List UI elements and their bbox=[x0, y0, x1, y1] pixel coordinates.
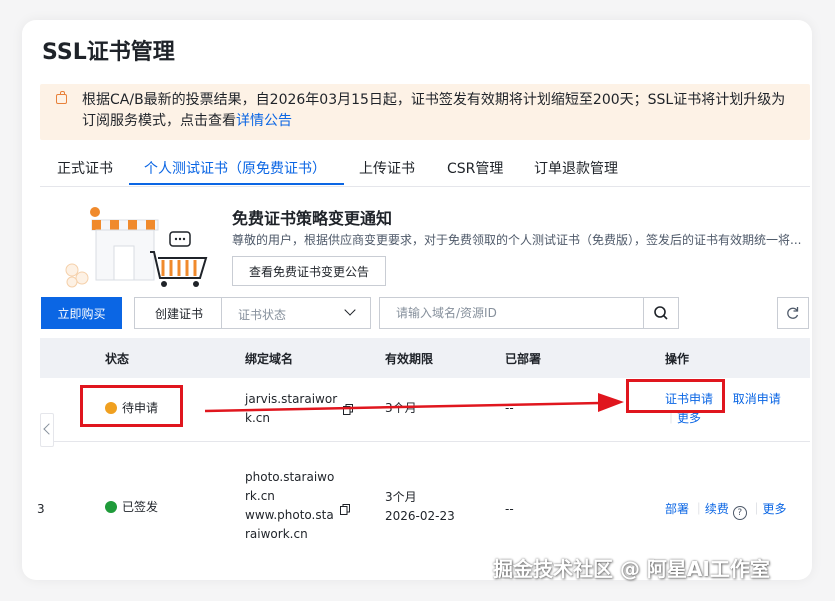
domain-line: k.cn bbox=[245, 411, 270, 425]
search-box bbox=[379, 297, 679, 329]
scroll-left-arrow[interactable] bbox=[40, 413, 54, 447]
divider: ｜ bbox=[750, 502, 763, 516]
domain-line: www.photo.sta bbox=[245, 508, 334, 522]
validity-period: 3个月 bbox=[385, 490, 417, 504]
check-circle-icon bbox=[105, 501, 117, 513]
tab-personal-test-cert[interactable]: 个人测试证书（原免费证书） bbox=[144, 158, 326, 178]
deploy-link[interactable]: 部署 bbox=[665, 502, 689, 516]
highlight-box-status bbox=[80, 385, 183, 427]
notice-details-link[interactable]: 详情公告 bbox=[236, 113, 292, 129]
cert-status-select[interactable]: 证书状态 bbox=[221, 297, 371, 329]
header-deployed: 已部署 bbox=[505, 352, 542, 366]
refresh-button[interactable] bbox=[777, 297, 809, 329]
tab-upload-cert[interactable]: 上传证书 bbox=[359, 158, 415, 178]
header-validity: 有效期限 bbox=[385, 352, 434, 366]
help-icon[interactable]: ? bbox=[732, 506, 747, 520]
search-button[interactable] bbox=[643, 298, 678, 328]
domain-cell: jarvis.staraiwor k.cn bbox=[245, 390, 337, 428]
shop-illustration bbox=[52, 198, 232, 288]
cancel-apply-link[interactable]: 取消申请 bbox=[733, 392, 781, 406]
gift-icon bbox=[56, 91, 67, 104]
notice-banner: 根据CA/B最新的投票结果，自2026年03月15日起，证书签发有效期将计划缩短… bbox=[40, 84, 810, 140]
watermark: 掘金技术社区 @ 阿星AI工作室 bbox=[493, 557, 770, 581]
tab-bar: 正式证书 个人测试证书（原免费证书） 上传证书 CSR管理 订单退款管理 bbox=[40, 152, 810, 187]
validity-cell: 3个月 2026-02-23 bbox=[385, 488, 455, 526]
more-link[interactable]: 更多 bbox=[677, 411, 701, 425]
validity-cell: 3个月 bbox=[385, 401, 417, 415]
header-status: 状态 bbox=[105, 352, 130, 366]
domain-cell: photo.staraiwo rk.cn www.photo.sta raiwo… bbox=[245, 468, 334, 544]
domain-line: rk.cn bbox=[245, 489, 275, 503]
refresh-icon bbox=[787, 307, 799, 319]
deployed-cell: -- bbox=[505, 502, 514, 516]
more-link[interactable]: 更多 bbox=[763, 502, 787, 516]
cert-status-select-value: 证书状态 bbox=[238, 308, 287, 322]
domain-line: raiwork.cn bbox=[245, 527, 308, 541]
copy-icon[interactable] bbox=[343, 404, 353, 415]
table-header: 状态 绑定域名 有效期限 已部署 操作 bbox=[40, 338, 810, 378]
notice-text: 根据CA/B最新的投票结果，自2026年03月15日起，证书签发有效期将计划缩短… bbox=[82, 90, 797, 132]
search-input[interactable] bbox=[380, 298, 645, 328]
copy-icon[interactable] bbox=[340, 504, 350, 515]
tab-csr-management[interactable]: CSR管理 bbox=[447, 158, 503, 178]
expiry-date: 2026-02-23 bbox=[385, 509, 455, 523]
domain-line: photo.staraiwo bbox=[245, 470, 335, 484]
header-domain: 绑定域名 bbox=[245, 352, 294, 366]
status-label: 已签发 bbox=[122, 500, 159, 514]
tab-formal-cert[interactable]: 正式证书 bbox=[57, 158, 113, 178]
tab-order-refund[interactable]: 订单退款管理 bbox=[534, 158, 618, 178]
domain-line: jarvis.staraiwor bbox=[245, 392, 338, 406]
cert-table: 状态 绑定域名 有效期限 已部署 操作 待申请 jarvis.staraiwor… bbox=[37, 338, 810, 580]
id-fragment: 3 bbox=[37, 502, 45, 516]
renew-link[interactable]: 续费 bbox=[705, 502, 729, 516]
create-cert-button[interactable]: 创建证书 bbox=[134, 297, 224, 329]
actions-cell: 部署 ｜续费 ? ｜更多 bbox=[665, 500, 787, 520]
highlight-box-apply bbox=[626, 379, 725, 413]
buy-now-button[interactable]: 立即购买 bbox=[41, 297, 122, 329]
header-actions: 操作 bbox=[665, 352, 690, 366]
status-cell: 已签发 bbox=[105, 498, 158, 517]
view-free-cert-announcement-button[interactable]: 查看免费证书变更公告 bbox=[232, 256, 386, 286]
divider: ｜ bbox=[692, 502, 705, 516]
search-icon bbox=[654, 306, 668, 320]
deployed-cell: -- bbox=[505, 401, 514, 415]
chevron-down-icon bbox=[344, 304, 356, 316]
promo-description: 尊敬的用户，根据供应商变更要求，对于免费领取的个人测试证书（免费版），签发后的证… bbox=[232, 233, 802, 247]
main-card: SSL证书管理 根据CA/B最新的投票结果，自2026年03月15日起，证书签发… bbox=[22, 20, 812, 580]
divider: ｜ bbox=[665, 411, 678, 425]
page-title: SSL证书管理 bbox=[42, 40, 175, 65]
notice-message: 根据CA/B最新的投票结果，自2026年03月15日起，证书签发有效期将计划缩短… bbox=[82, 92, 786, 129]
active-tab-indicator bbox=[129, 183, 344, 185]
promo-title: 免费证书策略变更通知 bbox=[232, 209, 393, 228]
